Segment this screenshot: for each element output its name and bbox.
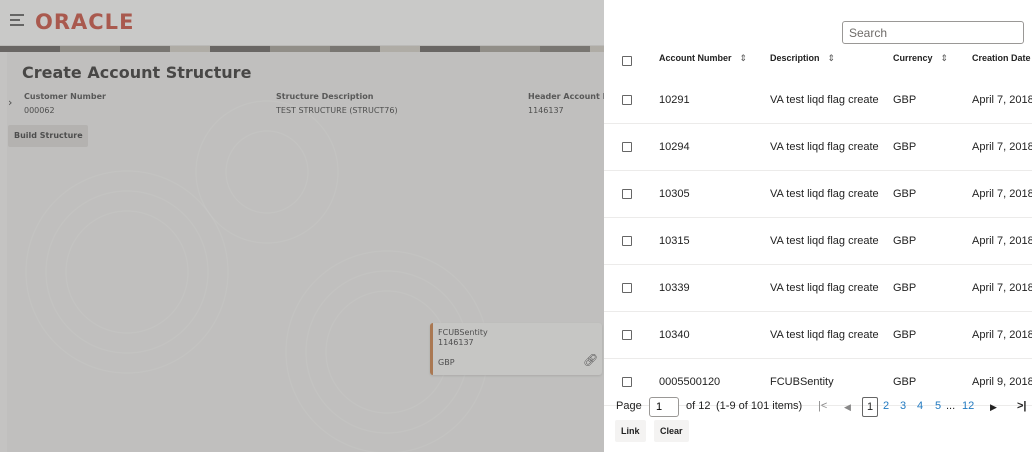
previous-page-icon[interactable]: ◀ bbox=[844, 402, 851, 413]
current-page-button[interactable]: 1 bbox=[862, 397, 878, 417]
row-checkbox[interactable] bbox=[622, 189, 632, 199]
items-range-text: (1-9 of 101 items) bbox=[716, 400, 803, 412]
first-page-icon[interactable]: |< bbox=[818, 400, 827, 412]
column-header-description[interactable]: Description ⇕ bbox=[770, 53, 835, 69]
currency-cell: GBP bbox=[893, 376, 917, 388]
next-page-icon[interactable]: ▶ bbox=[990, 402, 997, 413]
account-number-cell: 0005500120 bbox=[659, 376, 721, 388]
clear-button[interactable]: Clear bbox=[654, 420, 689, 442]
account-number-cell: 10291 bbox=[659, 94, 690, 106]
account-number-cell: 10340 bbox=[659, 329, 690, 341]
table-row[interactable]: 10305 VA test liqd flag create GBP April 7,… bbox=[604, 171, 1032, 218]
row-checkbox[interactable] bbox=[622, 95, 632, 105]
row-checkbox[interactable] bbox=[622, 377, 632, 387]
table-row[interactable]: 10291 VA test liqd flag create GBP April 7,… bbox=[604, 77, 1032, 124]
creation-date-cell: April 7, 2018 bbox=[972, 235, 1032, 247]
column-header-account-number[interactable]: Account Number ⇕ bbox=[659, 53, 747, 69]
description-cell: VA test liqd flag create bbox=[770, 141, 879, 153]
table-row[interactable]: 10315 VA test liqd flag create GBP April 7,… bbox=[604, 218, 1032, 265]
creation-date-cell: April 9, 2018 bbox=[972, 376, 1032, 388]
description-cell: FCUBSentity bbox=[770, 376, 834, 388]
link-button[interactable]: Link bbox=[615, 420, 646, 442]
select-all-checkbox[interactable] bbox=[622, 56, 632, 66]
column-header-currency[interactable]: Currency ⇕ bbox=[893, 53, 948, 69]
page-link-2[interactable]: 2 bbox=[883, 400, 889, 412]
creation-date-cell: April 7, 2018 bbox=[972, 94, 1032, 106]
column-header-creation-date[interactable]: Creation Date bbox=[972, 53, 1031, 69]
account-number-cell: 10339 bbox=[659, 282, 690, 294]
page-number-input[interactable] bbox=[649, 397, 679, 417]
row-checkbox[interactable] bbox=[622, 330, 632, 340]
page-count-text: of 12 bbox=[686, 400, 711, 412]
account-number-cell: 10294 bbox=[659, 141, 690, 153]
sort-icon[interactable]: ⇕ bbox=[828, 53, 836, 63]
currency-cell: GBP bbox=[893, 329, 917, 341]
currency-header-label: Currency bbox=[893, 53, 933, 63]
modal-overlay bbox=[0, 0, 604, 452]
page-ellipsis: ... bbox=[946, 400, 956, 412]
row-checkbox[interactable] bbox=[622, 142, 632, 152]
last-page-icon[interactable]: >| bbox=[1017, 400, 1027, 412]
currency-cell: GBP bbox=[893, 235, 917, 247]
page-link-last[interactable]: 12 bbox=[962, 400, 974, 412]
search-input[interactable] bbox=[842, 21, 1024, 44]
creation-date-cell: April 7, 2018 bbox=[972, 141, 1032, 153]
page-link-3[interactable]: 3 bbox=[900, 400, 906, 412]
description-cell: VA test liqd flag create bbox=[770, 94, 879, 106]
currency-cell: GBP bbox=[893, 141, 917, 153]
table-row[interactable]: 10340 VA test liqd flag create GBP April 7,… bbox=[604, 312, 1032, 359]
sort-icon[interactable]: ⇕ bbox=[941, 53, 949, 63]
account-selection-panel: Account Number ⇕ Description ⇕ Currency ⇕ C… bbox=[604, 0, 1032, 452]
description-cell: VA test liqd flag create bbox=[770, 188, 879, 200]
description-cell: VA test liqd flag create bbox=[770, 282, 879, 294]
row-checkbox[interactable] bbox=[622, 236, 632, 246]
currency-cell: GBP bbox=[893, 94, 917, 106]
page-link-4[interactable]: 4 bbox=[917, 400, 923, 412]
account-number-cell: 10315 bbox=[659, 235, 690, 247]
creation-date-header-label: Creation Date bbox=[972, 53, 1031, 63]
account-number-header-label: Account Number bbox=[659, 53, 732, 63]
row-checkbox[interactable] bbox=[622, 283, 632, 293]
creation-date-cell: April 7, 2018 bbox=[972, 282, 1032, 294]
account-number-cell: 10305 bbox=[659, 188, 690, 200]
creation-date-cell: April 7, 2018 bbox=[972, 329, 1032, 341]
description-cell: VA test liqd flag create bbox=[770, 235, 879, 247]
currency-cell: GBP bbox=[893, 188, 917, 200]
table-row[interactable]: 10294 VA test liqd flag create GBP April 7,… bbox=[604, 124, 1032, 171]
description-cell: VA test liqd flag create bbox=[770, 329, 879, 341]
pagination: Page of 12 (1-9 of 101 items) |< ◀ 1 2 3… bbox=[604, 397, 1032, 417]
page-label: Page bbox=[616, 400, 642, 412]
description-header-label: Description bbox=[770, 53, 820, 63]
currency-cell: GBP bbox=[893, 282, 917, 294]
sort-icon[interactable]: ⇕ bbox=[740, 53, 748, 63]
creation-date-cell: April 7, 2018 bbox=[972, 188, 1032, 200]
page-link-5[interactable]: 5 bbox=[935, 400, 941, 412]
table-row[interactable]: 10339 VA test liqd flag create GBP April 7,… bbox=[604, 265, 1032, 312]
